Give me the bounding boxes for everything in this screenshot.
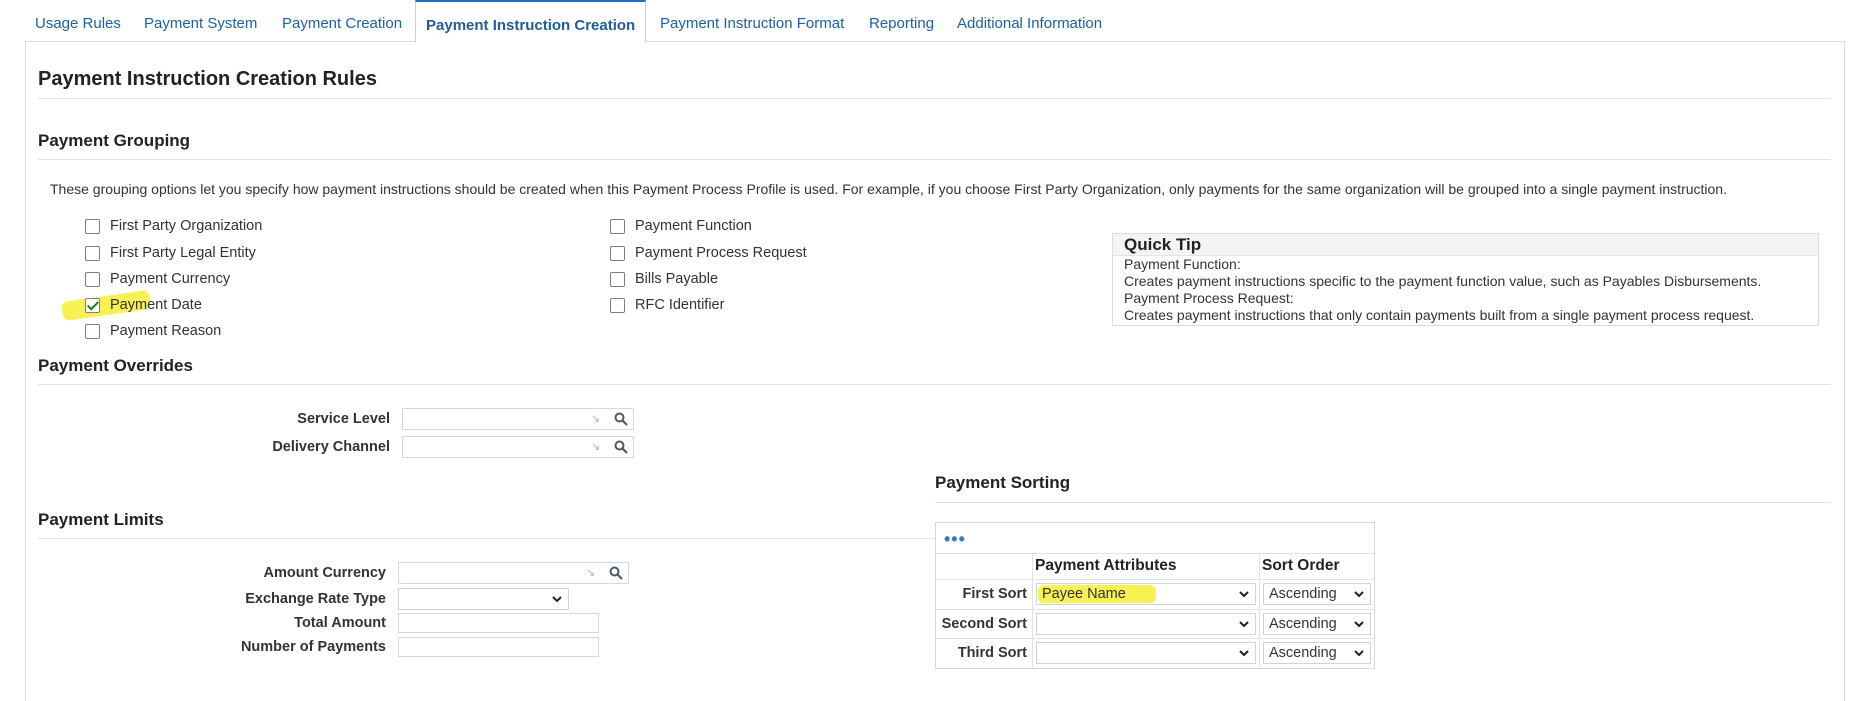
search-icon[interactable] xyxy=(613,439,629,455)
chevron-down-icon xyxy=(1354,591,1364,598)
option-label: Payment Date xyxy=(110,297,202,313)
checkbox[interactable] xyxy=(610,271,625,287)
first-sort-attribute-select[interactable]: Payee Name xyxy=(1036,583,1256,605)
total-amount-label: Total Amount xyxy=(294,615,386,631)
option-payment-process-request[interactable]: Payment Process Request xyxy=(610,243,807,263)
table-divider xyxy=(936,579,1374,580)
option-bills-payable[interactable]: Bills Payable xyxy=(610,269,718,289)
option-label: Bills Payable xyxy=(635,271,719,287)
autocomplete-icon: ↘ xyxy=(591,441,601,453)
third-sort-label: Third Sort xyxy=(957,645,1027,661)
tab-payment-instruction-creation[interactable]: Payment Instruction Creation xyxy=(415,0,647,43)
overrides-divider xyxy=(38,384,1831,385)
service-level-label: Service Level xyxy=(297,411,390,427)
number-of-payments-input[interactable] xyxy=(398,637,599,657)
payment-sorting-table: ••• Payment Attributes Sort Order First … xyxy=(935,522,1375,669)
checkbox[interactable] xyxy=(610,218,625,234)
chevron-down-icon xyxy=(1239,650,1249,657)
option-label: First Party Organization xyxy=(110,218,263,234)
select-value: Ascending xyxy=(1269,645,1337,661)
checkbox[interactable] xyxy=(85,271,100,287)
second-sort-label: Second Sort xyxy=(941,616,1027,632)
tab-additional-information[interactable]: Additional Information xyxy=(957,6,1102,42)
second-sort-order-select[interactable]: Ascending xyxy=(1263,613,1371,635)
option-payment-reason[interactable]: Payment Reason xyxy=(85,321,221,341)
exchange-rate-type-select[interactable] xyxy=(398,588,569,610)
tab-bar: Usage Rules Payment System Payment Creat… xyxy=(0,0,1866,43)
chevron-down-icon xyxy=(1239,591,1249,598)
option-payment-currency[interactable]: Payment Currency xyxy=(85,269,230,289)
quick-tip-line: Creates payment instructions that only c… xyxy=(1124,307,1755,323)
chevron-down-icon xyxy=(1354,621,1364,628)
payment-sorting-heading: Payment Sorting xyxy=(935,473,1071,492)
number-of-payments-label: Number of Payments xyxy=(240,639,386,655)
option-payment-function[interactable]: Payment Function xyxy=(610,216,752,236)
checkbox[interactable] xyxy=(85,218,100,234)
checkbox[interactable] xyxy=(85,323,100,339)
page-title: Payment Instruction Creation Rules xyxy=(38,68,377,90)
option-label: Payment Function xyxy=(635,218,752,234)
service-level-field[interactable]: ↘ xyxy=(402,408,634,430)
autocomplete-icon: ↘ xyxy=(591,413,601,425)
option-label: Payment Currency xyxy=(110,271,231,287)
first-sort-order-select[interactable]: Ascending xyxy=(1263,583,1371,605)
search-icon[interactable] xyxy=(608,565,624,581)
first-sort-label: First Sort xyxy=(962,586,1027,602)
chevron-down-icon xyxy=(1354,650,1364,657)
quick-tip-box: Quick Tip Payment Function: Creates paym… xyxy=(1112,233,1819,326)
chevron-down-icon xyxy=(1239,621,1249,628)
option-payment-date[interactable]: Payment Date xyxy=(85,295,202,315)
col-header-payment-attributes: Payment Attributes xyxy=(1035,557,1177,574)
title-divider xyxy=(38,98,1831,99)
option-label: RFC Identifier xyxy=(635,297,725,313)
select-value: Ascending xyxy=(1269,586,1337,602)
table-divider xyxy=(936,609,1374,610)
tab-reporting[interactable]: Reporting xyxy=(869,6,934,42)
option-first-party-organization[interactable]: First Party Organization xyxy=(85,216,262,236)
checkbox[interactable] xyxy=(610,245,625,261)
tab-payment-system[interactable]: Payment System xyxy=(144,6,257,42)
payment-limits-heading: Payment Limits xyxy=(38,510,164,529)
sorting-divider xyxy=(935,502,1831,503)
option-first-party-legal-entity[interactable]: First Party Legal Entity xyxy=(85,243,256,263)
checkbox[interactable] xyxy=(85,245,100,261)
total-amount-input[interactable] xyxy=(398,613,599,633)
quick-tip-title: Quick Tip xyxy=(1113,234,1818,256)
option-rfc-identifier[interactable]: RFC Identifier xyxy=(610,295,724,315)
option-label: First Party Legal Entity xyxy=(110,245,256,261)
grouping-divider xyxy=(38,159,1831,160)
tab-payment-creation[interactable]: Payment Creation xyxy=(282,6,402,42)
limits-divider xyxy=(38,538,935,539)
more-options-icon[interactable]: ••• xyxy=(944,529,966,550)
quick-tip-line: Payment Function: xyxy=(1124,256,1241,272)
second-sort-attribute-select[interactable] xyxy=(1036,613,1256,635)
select-value: Payee Name xyxy=(1042,586,1126,602)
option-label: Payment Reason xyxy=(110,323,222,339)
col-header-sort-order: Sort Order xyxy=(1262,557,1340,574)
table-divider xyxy=(936,638,1374,639)
delivery-channel-field[interactable]: ↘ xyxy=(402,436,634,458)
select-value: Ascending xyxy=(1269,616,1337,632)
checkbox-checked[interactable] xyxy=(85,297,100,313)
tab-payment-instruction-format[interactable]: Payment Instruction Format xyxy=(660,6,844,42)
checkbox[interactable] xyxy=(610,297,625,313)
grouping-description: These grouping options let you specify h… xyxy=(50,181,1727,197)
tab-usage-rules[interactable]: Usage Rules xyxy=(35,6,121,42)
amount-currency-field[interactable]: ↘ xyxy=(398,562,629,584)
third-sort-order-select[interactable]: Ascending xyxy=(1263,642,1371,664)
chevron-down-icon xyxy=(552,596,562,603)
amount-currency-label: Amount Currency xyxy=(263,565,386,581)
payment-overrides-heading: Payment Overrides xyxy=(38,356,193,375)
quick-tip-line: Payment Process Request: xyxy=(1124,290,1294,306)
search-icon[interactable] xyxy=(613,411,629,427)
autocomplete-icon: ↘ xyxy=(586,567,596,579)
payment-grouping-heading: Payment Grouping xyxy=(38,131,191,150)
quick-tip-line: Creates payment instructions specific to… xyxy=(1124,273,1762,289)
delivery-channel-label: Delivery Channel xyxy=(272,439,390,455)
option-label: Payment Process Request xyxy=(635,245,807,261)
third-sort-attribute-select[interactable] xyxy=(1036,642,1256,664)
exchange-rate-type-label: Exchange Rate Type xyxy=(245,591,386,607)
